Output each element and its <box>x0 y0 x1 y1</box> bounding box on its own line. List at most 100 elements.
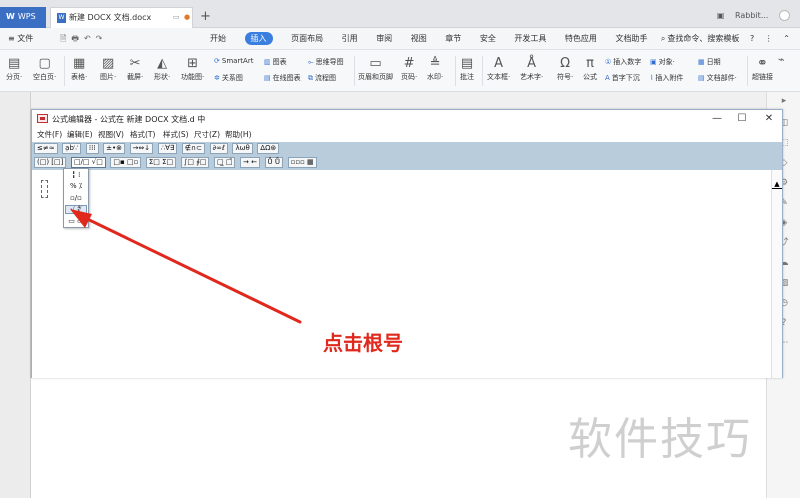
chart-button[interactable]: ▥ 图表 <box>264 57 287 67</box>
online-chart-button[interactable]: ▤ 在线图表 <box>264 73 301 83</box>
tab-references[interactable]: 引用 <box>342 33 358 44</box>
wps-home-tab[interactable]: W WPS <box>0 7 46 28</box>
sidebar-pin-icon[interactable]: ⌁ <box>778 53 785 66</box>
minimize-button[interactable]: — <box>710 112 724 126</box>
relational-symbols-button[interactable]: ≤≠≈ <box>34 143 58 154</box>
menu-style[interactable]: 样式(S) <box>163 129 189 140</box>
dropdown-item-fraction-vertical[interactable]: ╏ ⁞ <box>66 171 86 180</box>
menu-edit[interactable]: 编辑(E) <box>67 129 93 140</box>
embellishments-button[interactable]: ⁞⁞⁞ <box>85 143 99 154</box>
avatar[interactable] <box>779 10 790 21</box>
tab-view[interactable]: 视图 <box>411 33 427 44</box>
textbox-button[interactable]: A 文本框· <box>487 56 510 82</box>
tab-unsaved-dot-icon[interactable]: ● <box>184 13 190 21</box>
user-name[interactable]: Rabbit... <box>735 11 768 20</box>
arrow-symbols-button[interactable]: →⇔↓ <box>129 143 154 154</box>
shape-button[interactable]: ◭ 形状· <box>154 56 170 82</box>
blank-page-button[interactable]: ▢ 空白页· <box>33 56 56 82</box>
close-button[interactable]: ✕ <box>762 112 776 126</box>
attachment-label: 插入附件 <box>655 74 684 82</box>
menu-format[interactable]: 格式(T) <box>130 129 155 140</box>
summation-templates-button[interactable]: Σ□ Σ□ <box>145 157 177 168</box>
insert-number-button[interactable]: ① 插入数字 <box>605 57 641 67</box>
relation-chart-button[interactable]: ✲ 关系图 <box>214 73 243 83</box>
smartart-button[interactable]: ⟳ SmartArt <box>214 57 253 65</box>
screenshot-button[interactable]: ✂ 截屏· <box>127 56 143 82</box>
help-button[interactable]: ? <box>750 34 754 43</box>
formula-button[interactable]: π 公式 <box>583 56 597 82</box>
greek-uppercase-button[interactable]: ΔΩ⊛ <box>257 143 280 154</box>
doc-parts-button[interactable]: ▤ 文档部件· <box>698 73 737 83</box>
product-templates-button[interactable]: Ů Ů <box>264 157 284 168</box>
dropdown-item-long-division[interactable]: ▭ ▭ <box>66 217 86 226</box>
annotation-text: 点击根号 <box>323 331 403 355</box>
file-menu[interactable]: ≡ 文件 <box>8 33 33 44</box>
object-button[interactable]: ▣ 对象· <box>650 57 675 67</box>
tab-section[interactable]: 章节 <box>445 33 461 44</box>
search-icon[interactable]: ⌕ <box>661 34 665 43</box>
attachment-button[interactable]: ⌇ 插入附件 <box>650 73 683 83</box>
menu-view[interactable]: 视图(V) <box>98 129 124 140</box>
table-button[interactable]: ▦ 表格· <box>71 56 87 82</box>
scroll-up-arrow-icon[interactable]: ▲ <box>773 180 781 188</box>
new-tab-button[interactable]: + <box>200 9 211 24</box>
tab-home[interactable]: 开始 <box>210 33 226 44</box>
menu-size[interactable]: 尺寸(Z) <box>194 129 220 140</box>
drop-cap-button[interactable]: A 首字下沉 <box>605 73 640 83</box>
set-theory-button[interactable]: ∉∩⊂ <box>181 143 205 154</box>
sidebar-collapse-icon[interactable]: ▸ <box>779 96 789 106</box>
dropdown-item-fraction-small[interactable]: % ⁒ <box>66 182 86 191</box>
shape-icon: ◭ <box>157 56 168 71</box>
logic-symbols-button[interactable]: ∴∀∃ <box>157 143 178 154</box>
tab-doc-assistant[interactable]: 文档助手 <box>615 33 647 44</box>
tab-insert[interactable]: 插入 <box>244 32 273 45</box>
scroll-thumb[interactable] <box>772 188 782 189</box>
menu-file[interactable]: 文件(F) <box>37 129 62 140</box>
function-chart-button[interactable]: ⊞ 功能图· <box>181 56 204 82</box>
page-number-button[interactable]: # 页码· <box>401 56 417 82</box>
tab-review[interactable]: 审阅 <box>376 33 392 44</box>
fence-templates-button[interactable]: (□) [□] <box>34 157 67 168</box>
dropdown-item-slash-fraction[interactable]: ▫/▫ <box>66 194 86 203</box>
symbol-button[interactable]: Ω 符号· <box>557 56 573 82</box>
tab-float-icon[interactable]: ▭ <box>173 13 180 21</box>
watermark-button[interactable]: ≜ 水印· <box>427 56 443 82</box>
date-button[interactable]: ▦ 日期 <box>698 57 721 67</box>
mind-map-button[interactable]: ⟜ 思维导图 <box>308 57 344 67</box>
flowchart-button[interactable]: ⧉ 流程图 <box>308 73 336 83</box>
arrow-templates-button[interactable]: → ← <box>240 157 260 168</box>
page-break-button[interactable]: ▤ 分页· <box>6 56 22 82</box>
equation-input-slot[interactable] <box>41 180 48 198</box>
maximize-button[interactable]: ☐ <box>735 112 749 126</box>
equation-scrollbar[interactable]: ▲ <box>771 170 782 378</box>
table-icon: ▦ <box>72 56 86 71</box>
quick-access-toolbar[interactable]: 🗎🖶↶↷ <box>60 33 107 47</box>
collapse-ribbon-icon[interactable]: ⌃ <box>783 34 790 43</box>
subscript-templates-button[interactable]: □▪ □▫ <box>110 157 142 168</box>
header-footer-button[interactable]: ▭ 页眉和页脚 <box>358 56 393 82</box>
window-mode-icon[interactable]: ▣ <box>717 11 725 20</box>
fraction-radical-templates-button[interactable]: □/□ √□ <box>70 157 106 168</box>
hyperlink-button[interactable]: ⚭ 超链接 <box>752 56 773 82</box>
dropdown-item-square-root[interactable]: √ ∜ <box>65 205 87 214</box>
picture-button[interactable]: ▨ 图片· <box>100 56 116 82</box>
spaces-ellipses-button[interactable]: ạb∵ <box>62 143 82 154</box>
tab-developer[interactable]: 开发工具 <box>514 33 546 44</box>
blank-page-label: 空白页 <box>33 73 54 81</box>
menu-help[interactable]: 帮助(H) <box>225 129 252 140</box>
underbar-templates-button[interactable]: □̲ □̄ <box>214 157 236 168</box>
wordart-button[interactable]: Å 艺术字· <box>520 56 543 82</box>
tab-featured[interactable]: 特色应用 <box>565 33 597 44</box>
search-commands-input[interactable]: 查找命令、搜索模板 <box>667 34 739 43</box>
toolbar-divider <box>455 56 456 86</box>
tab-security[interactable]: 安全 <box>480 33 496 44</box>
operator-symbols-button[interactable]: ±•⊗ <box>103 143 125 154</box>
more-menu-icon[interactable]: ⋮ <box>765 34 773 43</box>
matrix-templates-button[interactable]: ▫▫▫ ▦ <box>287 157 317 168</box>
comment-button[interactable]: ▤ 批注 <box>460 56 474 82</box>
document-tab[interactable]: W 新建 DOCX 文档.docx ▭ ● <box>50 7 193 28</box>
integral-templates-button[interactable]: ∫□ ∮□ <box>180 157 210 168</box>
tab-page-layout[interactable]: 页面布局 <box>291 33 323 44</box>
greek-lowercase-button[interactable]: λωθ <box>232 143 253 154</box>
misc-symbols-button[interactable]: ∂∞ℓ <box>209 143 228 154</box>
